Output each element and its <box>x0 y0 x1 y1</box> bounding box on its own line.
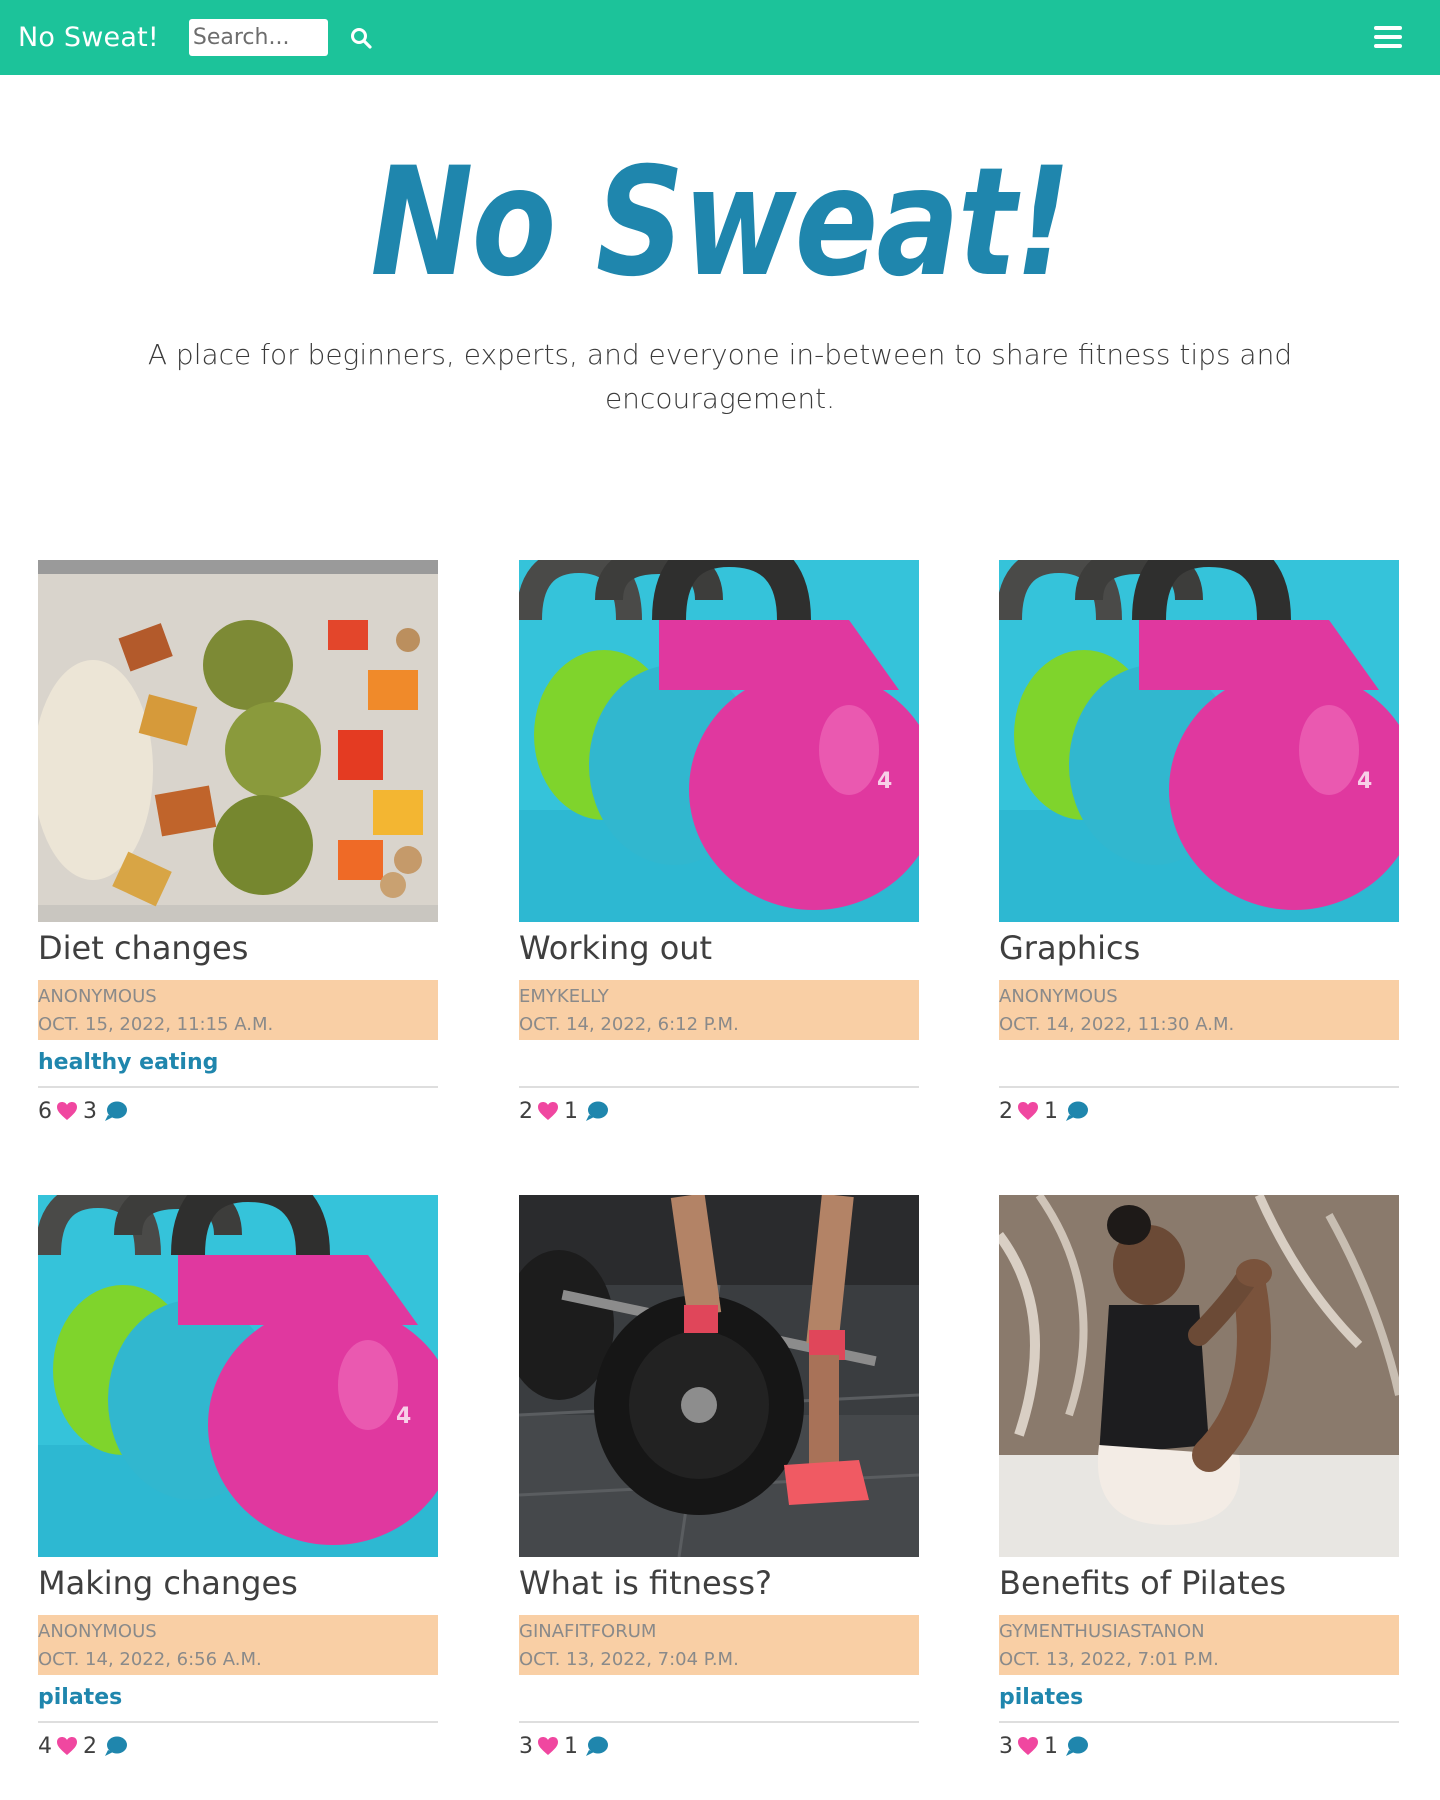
post-meta: ANONYMOUS OCT. 14, 2022, 11:30 A.M. <box>999 980 1399 1040</box>
hero-subtitle: A place for beginners, experts, and ever… <box>147 338 1293 415</box>
post-author: GINAFITFORUM <box>519 1621 657 1642</box>
kettlebells-image[interactable]: 4 <box>38 1195 438 1557</box>
post-title[interactable]: Diet changes <box>38 927 438 969</box>
post-author: EMYKELLY <box>519 986 609 1007</box>
food-bowl-image[interactable] <box>38 560 438 922</box>
post-author: GYMENTHUSIASTANON <box>999 1621 1205 1642</box>
comment-icon[interactable] <box>1065 1100 1089 1122</box>
post-tag[interactable]: pilates <box>38 1675 438 1721</box>
post-tag[interactable]: pilates <box>999 1675 1399 1721</box>
post-title[interactable]: Graphics <box>999 927 1399 969</box>
comment-icon[interactable] <box>585 1735 609 1757</box>
like-count: 6 <box>38 1098 52 1124</box>
divider <box>38 1086 438 1088</box>
hero-title: No Sweat! <box>370 136 1071 310</box>
divider <box>38 1721 438 1723</box>
barbell-image[interactable] <box>519 1195 919 1557</box>
like-count: 2 <box>519 1098 533 1124</box>
like-count: 3 <box>999 1733 1013 1759</box>
comment-count: 2 <box>83 1733 97 1759</box>
post-stats: 2 1 <box>519 1094 919 1128</box>
post-date: OCT. 13, 2022, 7:04 P.M. <box>519 1649 739 1670</box>
like-count: 4 <box>38 1733 52 1759</box>
post-author: ANONYMOUS <box>38 1621 157 1642</box>
post-stats: 3 1 <box>519 1729 919 1763</box>
post-date: OCT. 14, 2022, 6:12 P.M. <box>519 1014 739 1035</box>
post-title[interactable]: Benefits of Pilates <box>999 1562 1399 1604</box>
post-tag[interactable] <box>999 1040 1399 1086</box>
divider <box>999 1086 1399 1088</box>
search-icon <box>350 27 372 49</box>
post-meta: EMYKELLY OCT. 14, 2022, 6:12 P.M. <box>519 980 919 1040</box>
post-stats: 3 1 <box>999 1729 1399 1763</box>
post-date: OCT. 14, 2022, 6:56 A.M. <box>38 1649 262 1670</box>
comment-count: 1 <box>1044 1098 1058 1124</box>
post-author: ANONYMOUS <box>38 986 157 1007</box>
post-meta: ANONYMOUS OCT. 15, 2022, 11:15 A.M. <box>38 980 438 1040</box>
svg-text:4: 4 <box>396 1404 411 1429</box>
heart-icon[interactable] <box>1017 1736 1039 1756</box>
heart-icon[interactable] <box>56 1101 78 1121</box>
heart-icon[interactable] <box>1017 1101 1039 1121</box>
post-title[interactable]: What is fitness? <box>519 1562 919 1604</box>
post-meta: ANONYMOUS OCT. 14, 2022, 6:56 A.M. <box>38 1615 438 1675</box>
comment-icon[interactable] <box>585 1100 609 1122</box>
post-card[interactable]: Diet changes ANONYMOUS OCT. 15, 2022, 11… <box>38 560 438 1128</box>
svg-text:4: 4 <box>1357 769 1372 794</box>
pilates-image[interactable] <box>999 1195 1399 1557</box>
divider <box>999 1721 1399 1723</box>
kettlebells-image[interactable]: 4 <box>999 560 1399 922</box>
post-stats: 6 3 <box>38 1094 438 1128</box>
post-date: OCT. 13, 2022, 7:01 P.M. <box>999 1649 1219 1670</box>
post-title[interactable]: Working out <box>519 927 919 969</box>
search-button[interactable] <box>346 23 376 53</box>
comment-count: 3 <box>83 1098 97 1124</box>
comment-icon[interactable] <box>104 1735 128 1757</box>
navbar: No Sweat! <box>0 0 1440 75</box>
post-card[interactable]: Benefits of Pilates GYMENTHUSIASTANON OC… <box>999 1195 1399 1763</box>
post-meta: GYMENTHUSIASTANON OCT. 13, 2022, 7:01 P.… <box>999 1615 1399 1675</box>
comment-icon[interactable] <box>1065 1735 1089 1757</box>
post-author: ANONYMOUS <box>999 986 1118 1007</box>
comment-count: 1 <box>564 1098 578 1124</box>
post-date: OCT. 14, 2022, 11:30 A.M. <box>999 1014 1235 1035</box>
heart-icon[interactable] <box>56 1736 78 1756</box>
post-card[interactable]: What is fitness? GINAFITFORUM OCT. 13, 2… <box>519 1195 919 1763</box>
post-stats: 2 1 <box>999 1094 1399 1128</box>
post-tag[interactable] <box>519 1040 919 1086</box>
post-tag[interactable] <box>519 1675 919 1721</box>
heart-icon[interactable] <box>537 1736 559 1756</box>
like-count: 3 <box>519 1733 533 1759</box>
like-count: 2 <box>999 1098 1013 1124</box>
svg-text:4: 4 <box>877 769 892 794</box>
post-title[interactable]: Making changes <box>38 1562 438 1604</box>
heart-icon[interactable] <box>537 1101 559 1121</box>
post-card[interactable]: 4 Working out EMYKELLY OCT. 14, 2022, 6:… <box>519 560 919 1128</box>
search-input[interactable] <box>188 19 328 56</box>
comment-count: 1 <box>1044 1733 1058 1759</box>
post-meta: GINAFITFORUM OCT. 13, 2022, 7:04 P.M. <box>519 1615 919 1675</box>
divider <box>519 1086 919 1088</box>
comment-count: 1 <box>564 1733 578 1759</box>
comment-icon[interactable] <box>104 1100 128 1122</box>
post-card[interactable]: 4 Making changes ANONYMOUS OCT. 14, 2022… <box>38 1195 438 1763</box>
hamburger-menu-icon[interactable] <box>1374 24 1402 50</box>
kettlebells-image[interactable]: 4 <box>519 560 919 922</box>
post-stats: 4 2 <box>38 1729 438 1763</box>
post-tag[interactable]: healthy eating <box>38 1040 438 1086</box>
post-date: OCT. 15, 2022, 11:15 A.M. <box>38 1014 274 1035</box>
brand-link[interactable]: No Sweat! <box>18 22 159 53</box>
divider <box>519 1721 919 1723</box>
post-card[interactable]: 4 Graphics ANONYMOUS OCT. 14, 2022, 11:3… <box>999 560 1399 1128</box>
